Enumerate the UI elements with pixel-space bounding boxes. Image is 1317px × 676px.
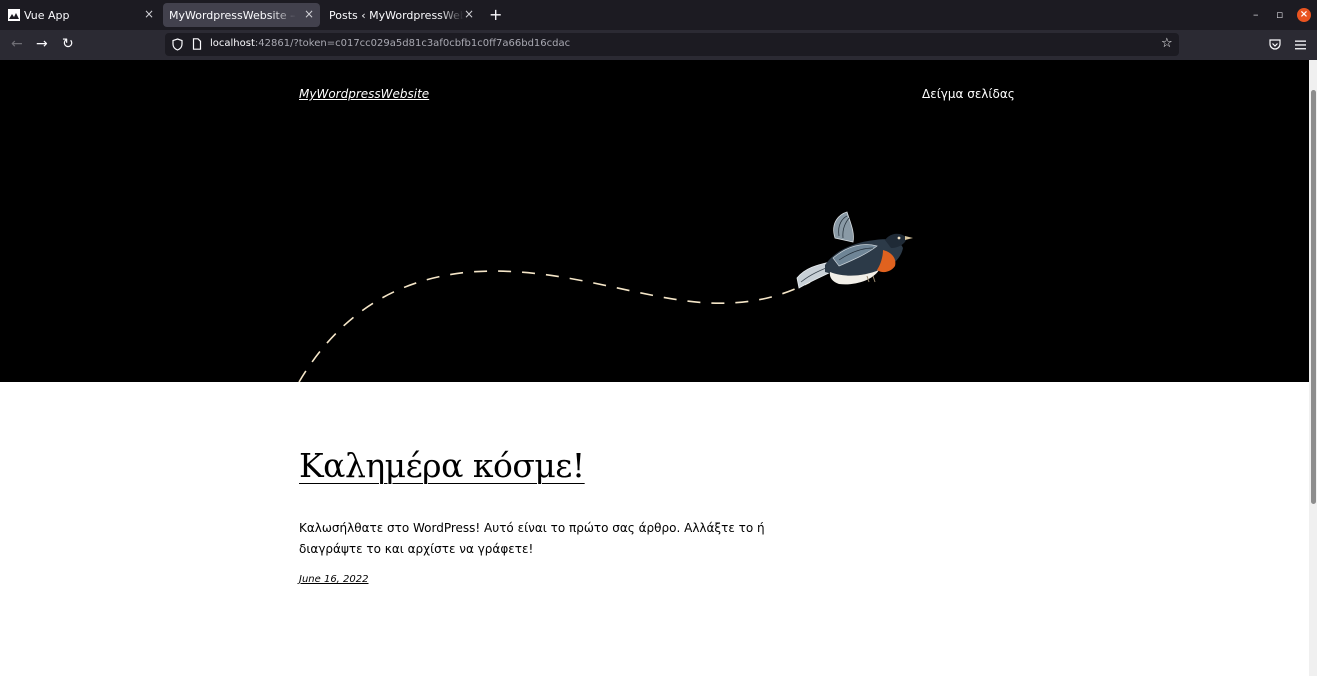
bird-icon: [796, 211, 913, 289]
scrollbar-thumb[interactable]: [1311, 90, 1316, 504]
shield-icon[interactable]: [172, 38, 183, 51]
restore-button[interactable]: ▫: [1276, 8, 1283, 21]
tab-label: Posts ‹ MyWordpressWebsite — WordPress: [329, 9, 464, 22]
tab-close-icon[interactable]: ×: [464, 8, 474, 20]
tab-vue-app[interactable]: Vue App ×: [0, 0, 160, 30]
post-title-link[interactable]: Καλημέρα κόσμε!: [299, 446, 585, 485]
url-text[interactable]: localhost:42861/?token=c017cc029a5d81c3a…: [210, 38, 570, 49]
vue-favicon-icon: [8, 9, 20, 21]
window-close-button[interactable]: ×: [1297, 8, 1311, 22]
site-header: MyWordpressWebsite Δείγμα σελίδας: [0, 60, 1309, 382]
reload-button[interactable]: ↻: [62, 36, 74, 52]
tab-close-icon[interactable]: ×: [304, 8, 314, 20]
nav-toolbar: ← → ↻ localhost:42861/?token=c017cc029a5…: [0, 30, 1317, 60]
hamburger-icon[interactable]: [1295, 40, 1306, 50]
tab-posts[interactable]: Posts ‹ MyWordpressWebsite — WordPress ×: [322, 0, 482, 30]
tab-label: Vue App: [24, 9, 70, 22]
back-button[interactable]: ←: [11, 36, 23, 52]
pocket-icon[interactable]: [1269, 39, 1281, 50]
tab-label: MyWordpressWebsite – Άλλο ένα ιστολόγιο: [169, 9, 297, 22]
minimize-button[interactable]: –: [1253, 8, 1259, 21]
new-tab-button[interactable]: +: [489, 5, 502, 24]
forward-button[interactable]: →: [36, 36, 48, 52]
page-icon[interactable]: [192, 38, 202, 50]
tab-wordpress-site[interactable]: MyWordpressWebsite – Άλλο ένα ιστολόγιο …: [163, 3, 320, 27]
tab-strip: Vue App × MyWordpressWebsite – Άλλο ένα …: [0, 0, 1317, 30]
url-bar[interactable]: localhost:42861/?token=c017cc029a5d81c3a…: [165, 33, 1179, 56]
hero-illustration: [298, 211, 913, 382]
url-path: :42861/?token=c017cc029a5d81c3af0cbfb1c0…: [254, 38, 571, 49]
page-scrollbar[interactable]: [1309, 60, 1317, 676]
post-excerpt: Καλωσήλθατε στο WordPress! Αυτό είναι το…: [299, 521, 765, 556]
url-host: localhost: [210, 38, 255, 49]
tab-close-icon[interactable]: ×: [144, 8, 154, 20]
post-date-link[interactable]: June 16, 2022: [299, 574, 369, 585]
star-icon[interactable]: ☆: [1161, 36, 1173, 51]
page-viewport: MyWordpressWebsite Δείγμα σελίδας Καλημέ…: [0, 60, 1309, 676]
flight-path-line: [298, 270, 811, 382]
